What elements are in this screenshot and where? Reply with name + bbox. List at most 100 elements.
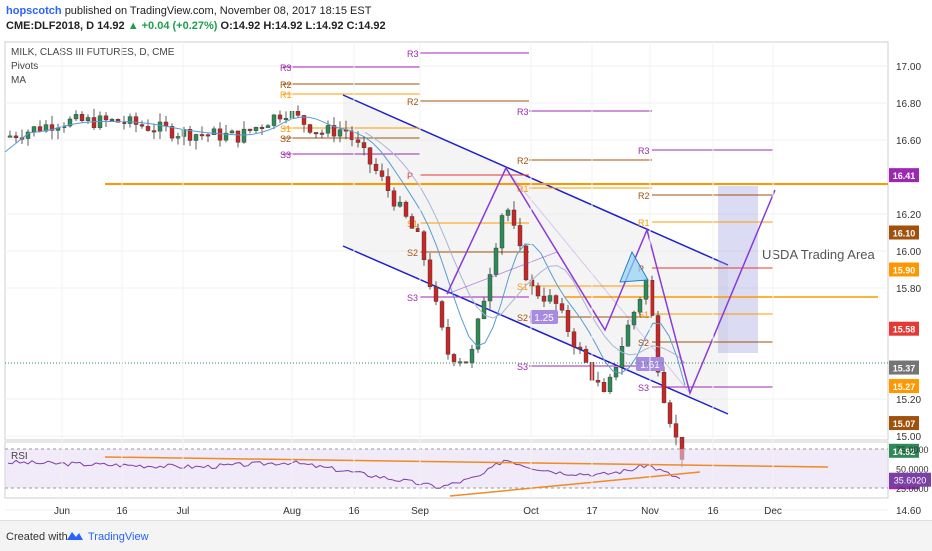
- candle-body: [559, 303, 565, 311]
- candle-body: [235, 130, 241, 143]
- candle-body: [415, 228, 421, 232]
- pivot-label-s1: S1: [280, 124, 291, 134]
- tradingview-link[interactable]: TradingView: [88, 531, 149, 543]
- candle-body: [205, 134, 211, 137]
- candle-body: [259, 127, 265, 129]
- symbol: CME:DLF2018, D: [6, 20, 95, 32]
- candle-body: [265, 125, 271, 128]
- time-tick-label: 16: [116, 506, 128, 517]
- tradingview-logo-icon: [67, 532, 83, 540]
- candle-body: [199, 134, 205, 137]
- candle-body: [157, 121, 163, 132]
- pivot-label-r3: R3: [638, 146, 650, 156]
- price-tick-label: 15.00: [896, 432, 921, 443]
- price-badge-label: 15.27: [893, 382, 916, 392]
- price-badge-label: 16.10: [893, 229, 916, 239]
- candle-body: [547, 295, 553, 302]
- candle-body: [373, 163, 379, 171]
- candle-body: [511, 209, 517, 226]
- time-tick-label: Nov: [641, 506, 659, 517]
- candle-body: [445, 327, 451, 355]
- candle-body: [649, 280, 655, 316]
- candle-body: [553, 295, 559, 304]
- candle-body: [619, 346, 625, 368]
- pivot-label-r3: R3: [517, 107, 529, 117]
- pivots-legend: Pivots: [11, 61, 38, 72]
- candle-body: [139, 124, 145, 127]
- candle-body: [325, 125, 331, 134]
- price-tick-label: 17.00: [896, 62, 921, 73]
- candle-body: [379, 170, 385, 177]
- candle-body: [337, 129, 343, 137]
- author-link[interactable]: hopscotch: [6, 5, 62, 17]
- ohlc-values: O:14.92 H:14.92 L:14.92 C:14.92: [220, 20, 386, 32]
- price-tick-label: 16.80: [896, 99, 921, 110]
- candle-body: [535, 285, 541, 297]
- candle-body: [637, 299, 643, 313]
- price-badge-label: 15.07: [893, 419, 916, 429]
- chart-header: hopscotch published on TradingView.com, …: [0, 0, 932, 38]
- pivot-label-s2: S2: [280, 134, 291, 144]
- time-tick-label: Sep: [411, 506, 429, 517]
- price-chart[interactable]: 17.00 16.80 16.60 16.20 16.00 15.80 15.20 15.00…: [0, 38, 932, 520]
- chart-title: MILK, CLASS III FUTURES, D, CME: [11, 47, 175, 58]
- candle-body: [37, 126, 43, 132]
- candle-body: [469, 348, 475, 364]
- time-tick-label: 16: [707, 506, 719, 517]
- pivot-label-r3: R3: [407, 49, 419, 59]
- candle-body: [367, 147, 373, 165]
- candle-body: [277, 114, 283, 120]
- pivot-label-s3: S3: [638, 383, 649, 393]
- rsi-tick-label: 75.0000: [896, 445, 929, 455]
- candle-body: [313, 132, 319, 135]
- symbol-line: CME:DLF2018, D 14.92 ▲ +0.04 (+0.27%) O:…: [6, 20, 386, 32]
- price-badge-label: 15.58: [893, 325, 916, 335]
- pivot-label-s2: S2: [638, 338, 649, 348]
- pivot-label-r1: R1: [280, 90, 292, 100]
- pivot-label-r2: R2: [407, 97, 419, 107]
- price-tick-label: 15.80: [896, 284, 921, 295]
- candle-body: [565, 310, 571, 332]
- candle-body: [103, 115, 109, 121]
- time-tick-label: 16: [348, 506, 360, 517]
- candle-body: [385, 176, 391, 191]
- pivot-label-r3: R3: [280, 63, 292, 73]
- candle-body: [127, 116, 133, 124]
- candle-body: [133, 116, 139, 125]
- candle-body: [121, 122, 127, 124]
- candle-body: [109, 119, 115, 121]
- candle-body: [145, 126, 151, 131]
- candle-body: [295, 111, 301, 116]
- usda-trading-area-label: USDA Trading Area: [762, 247, 875, 262]
- pivot-label-r2: R2: [638, 191, 650, 201]
- fib-label-1: 1.25: [534, 313, 554, 324]
- candle-body: [355, 139, 361, 143]
- candle-body: [307, 124, 313, 133]
- candle-body: [409, 216, 415, 229]
- rsi-axis: 75.000050.000025.000035.6020: [889, 445, 931, 494]
- pivot-label-s2: S2: [517, 313, 528, 323]
- time-tick-label: Jul: [177, 506, 190, 517]
- ma-legend: MA: [11, 75, 26, 86]
- candle-body: [271, 114, 277, 126]
- candle-body: [433, 286, 439, 302]
- time-tick-label: 17: [586, 506, 598, 517]
- last-price: 14.92: [97, 20, 125, 32]
- rsi-band: [5, 449, 888, 488]
- publish-line: hopscotch published on TradingView.com, …: [6, 5, 371, 17]
- candle-body: [403, 201, 409, 217]
- candle-body: [517, 225, 523, 247]
- candle-body: [151, 130, 157, 133]
- candle-body: [601, 382, 607, 392]
- candle-body: [283, 118, 289, 121]
- candle-body: [241, 128, 247, 143]
- pivot-label-r1: R1: [638, 218, 650, 228]
- candle-body: [541, 295, 547, 302]
- pivot-label-s1: S1: [517, 282, 528, 292]
- candle-body: [667, 402, 673, 424]
- time-tick-label: Aug: [283, 506, 301, 517]
- candle-body: [439, 301, 445, 328]
- candle-body: [73, 114, 79, 120]
- candle-body: [217, 128, 223, 141]
- candle-body: [85, 117, 91, 122]
